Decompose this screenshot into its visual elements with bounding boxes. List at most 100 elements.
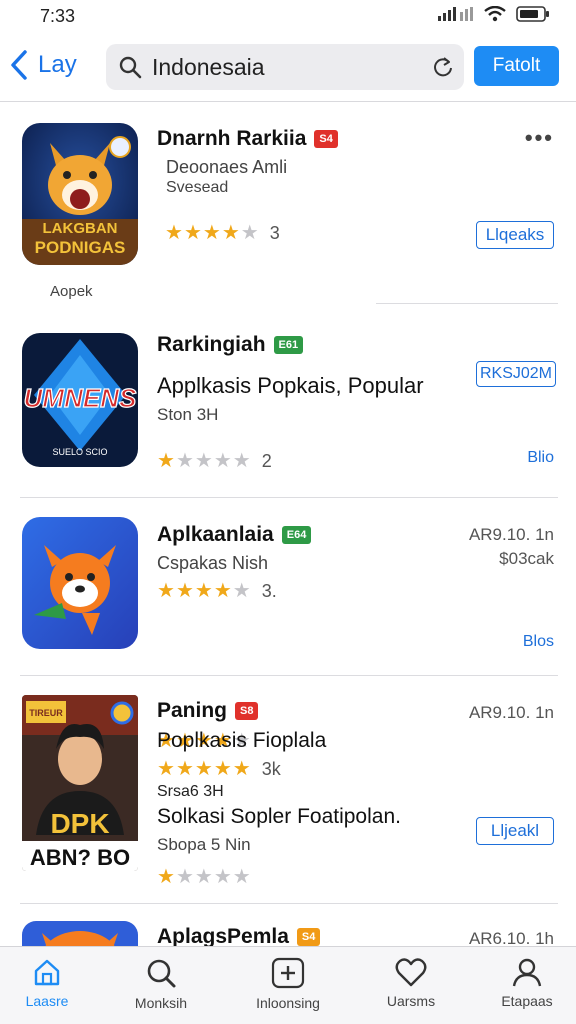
search-action-button[interactable]: Fatolt [474,46,559,86]
back-label: Lay [38,51,77,78]
tab-search[interactable]: Monksih [106,957,216,1011]
signal-icon [438,7,473,21]
app-subtitle: Cspakas Nish [157,553,269,573]
person-icon [512,958,542,987]
star-icon: ★ [175,580,194,602]
list-item[interactable]: LAKGBAN PODNIGAS Dnarnh Rarkiia S4 Deoona… [0,103,576,304]
list-item[interactable]: UMNENS SUELO SCIO Rarkingiah E61 Applkasi… [0,303,576,498]
star-icon: ★ [175,758,194,780]
app-title-text: Dnarnh Rarkiia [157,127,307,150]
star-icon: ★ [194,450,213,472]
tab-label: Monksih [134,995,188,1011]
wifi-icon [484,6,506,22]
app-title-text: Rarkingiah [157,333,266,356]
rating-stars: ★ ★ ★ ★ ★ 3k [157,759,281,779]
rating-count: 3. [261,581,277,601]
app-subtitle-2: Svesead [166,179,229,196]
tab-profile[interactable]: Etapaas [472,957,576,1009]
rating-stars: ★ ★ ★ ★ ★ 2 [157,451,272,471]
star-icon: ★ [213,758,232,780]
reload-icon[interactable] [432,56,454,78]
star-icon: ★ [194,580,213,602]
star-icon: ★ [175,866,194,888]
battery-icon [516,6,549,22]
app-icon: TIREUR DPK ABN? BO [22,695,138,871]
get-button[interactable]: Lljeakl [476,817,554,845]
list-item[interactable]: Aplkaanlaia E64 Cspakas Nish ★ ★ ★ ★ ★ 3. AR9… [0,497,576,676]
app-subtitle-4: Sbopa 5 Nin [157,835,251,854]
icon-text: SUELO SCIO [52,447,107,457]
search-icon [119,56,142,79]
star-icon: ★ [232,866,251,888]
tab-favorites[interactable]: Uarsms [356,957,466,1009]
star-icon: ★ [221,222,240,244]
search-input[interactable]: Indonesaia [106,44,464,90]
rating-stars: ★ ★ ★ ★ ★ 3 [165,223,280,243]
status-bar: 7:33 [0,0,576,34]
star-icon: ★ [157,580,175,602]
app-title-text: Aplkaanlaia [157,523,274,546]
star-icon: ★ [202,222,221,244]
star-icon: ★ [194,758,213,780]
app-link[interactable]: Blos [523,633,554,651]
app-title-text: Paning [157,699,228,722]
tab-add[interactable]: Inloonsing [233,957,343,1011]
icon-text: PODNIGAS [35,238,126,257]
app-icon: UMNENS SUELO SCIO [22,333,138,467]
app-subtitle: Applkasis Popkais, Popular [157,373,424,398]
star-icon: ★ [157,758,175,780]
heart-icon [395,958,427,987]
rating-count: 2 [261,451,272,471]
app-title: Rarkingiah E61 [157,333,304,357]
app-title: Dnarnh Rarkiia S4 [157,127,338,151]
star-icon: ★ [165,222,183,244]
app-subtitle-2: Ston 3H [157,405,219,424]
app-icon [22,517,138,649]
rating-count: 3 [269,223,280,243]
get-button[interactable]: Llqeaks [476,221,554,249]
star-icon: ★ [175,450,194,472]
tab-label: Laasre [25,993,69,1009]
icon-text: LAKGBAN [43,220,118,237]
status-icons [438,6,550,22]
app-badge: S4 [314,130,338,148]
divider [20,903,558,904]
app-caption: Aopek [50,283,93,300]
star-icon: ★ [157,450,175,472]
star-icon: ★ [213,450,232,472]
tab-label: Uarsms [386,993,436,1009]
list-item[interactable]: TIREUR DPK ABN? BO Paning S8 Poplkasis Fi… [0,675,576,907]
app-subtitle: Deoonaes Amli [166,157,288,177]
app-title: Aplkaanlaia E64 [157,523,312,547]
star-icon: ★ [194,866,213,888]
tab-bar: Laasre Monksih Inloonsing Uarsms Etapaas [0,946,576,1024]
search-query: Indonesaia [152,53,265,80]
chevron-left-icon [11,50,27,80]
star-icon: ★ [232,758,251,780]
star-icon: ★ [213,866,232,888]
app-title: Paning S8 [157,699,259,723]
app-badge: S8 [235,702,259,720]
app-subtitle-3: Solkasi Sopler Foatipolan. [157,805,401,828]
list-item[interactable]: AplagsPemla S4 AR6.10. 1h [0,907,576,961]
rating-stars: ★ ★ ★ ★ ★ 3. [157,581,277,601]
app-badge: E64 [281,526,312,544]
icon-text: UMNENS [24,383,137,413]
star-icon: ★ [240,222,259,244]
price-button[interactable]: RKSJ02M [476,361,556,387]
more-options-icon[interactable]: ••• [525,125,554,151]
back-button[interactable]: Lay [10,50,77,80]
app-title-text: AplagsPemla [157,925,289,948]
star-icon: ★ [183,222,202,244]
status-time: 7:33 [40,6,76,26]
app-badge: E61 [273,336,304,354]
rating-count: 3k [261,759,281,779]
tab-home[interactable]: Laasre [0,957,102,1009]
home-icon [34,959,60,986]
app-price-sub: $03cak [499,549,554,568]
search-icon [147,959,176,988]
app-link[interactable]: Blio [527,449,554,467]
tab-label: Inloonsing [256,995,320,1011]
icon-text: TIREUR [29,708,63,718]
star-icon: ★ [213,580,232,602]
